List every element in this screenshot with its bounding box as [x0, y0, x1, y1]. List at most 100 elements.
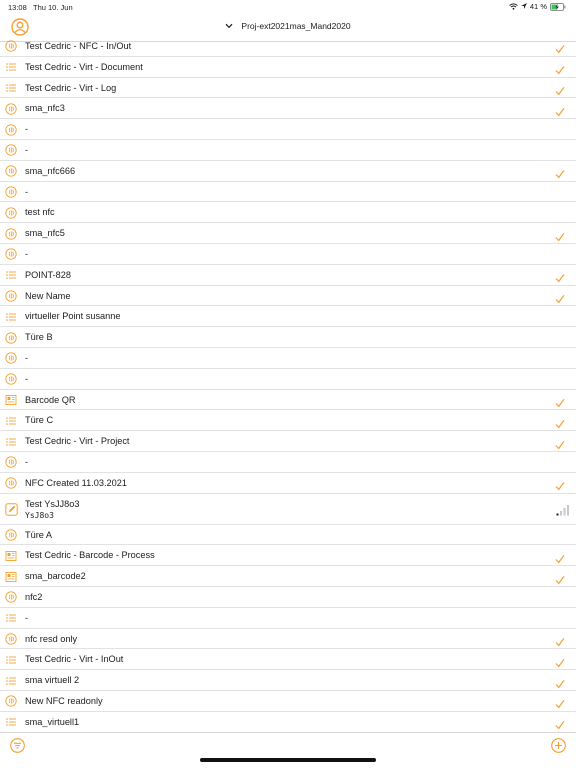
list-item[interactable]: Barcode QR [0, 390, 576, 411]
list-item[interactable]: Test YsJJ8o3 YsJ8o3 [0, 494, 576, 525]
list-item-label: - [25, 457, 29, 467]
list-item-label: Test Cedric - Barcode - Process [25, 550, 155, 561]
list-item[interactable]: Test Cedric - Virt - InOut [0, 649, 576, 671]
list-item-label: Test YsJJ8o3 [25, 498, 80, 509]
list-item[interactable]: Türe C [0, 410, 576, 432]
checkmark-icon [555, 166, 565, 179]
nfc-icon [5, 456, 17, 469]
list-item[interactable]: - [0, 140, 576, 161]
nfc-icon [5, 207, 17, 219]
list-item[interactable]: sma_nfc5 [0, 223, 576, 244]
list-item[interactable]: sma_barcode2 [0, 566, 576, 587]
list-item-label: Türe C [25, 415, 54, 426]
status-date: Thu 10. Jun [33, 3, 73, 12]
location-icon [520, 3, 527, 9]
nfc-icon [5, 123, 17, 136]
list-item[interactable]: nfc resd only [0, 629, 576, 650]
checkmark-icon [555, 41, 565, 54]
checkpoint-list: Test Cedric - NFC - In/Out Test Cedric - … [0, 36, 576, 732]
list-item[interactable]: - [0, 452, 576, 473]
add-icon[interactable] [551, 738, 566, 753]
list-item[interactable]: nfc2 [0, 587, 576, 608]
list-item-label: New NFC readonly [25, 696, 103, 706]
list-item[interactable]: - [0, 348, 576, 369]
nfc-icon [5, 248, 17, 261]
filter-icon[interactable] [10, 738, 25, 753]
list-item[interactable]: - [0, 244, 576, 265]
checkmark-icon [555, 717, 565, 730]
battery-percent: 41 % [529, 2, 547, 11]
list-item[interactable]: test nfc [0, 202, 576, 224]
project-selector[interactable]: Proj-ext2021mas_Mand2020 [0, 21, 576, 31]
list-item-label: POINT-828 [25, 269, 71, 280]
nfc-icon [5, 165, 17, 177]
nfc-icon [5, 331, 17, 344]
list-item-label: sma virtuell 2 [25, 675, 80, 686]
list-item[interactable]: sma_nfc3 [0, 98, 576, 120]
list-icon [5, 675, 17, 687]
nfc-icon [5, 591, 17, 604]
list-item-label: nfc resd only [25, 633, 78, 644]
list-item-label: sma_virtuell1 [25, 716, 80, 727]
checkmark-icon [555, 83, 565, 96]
status-time: 13:08 [8, 3, 27, 12]
list-item-label: virtueller Point susanne [25, 311, 121, 322]
list-item-label: sma_nfc5 [25, 228, 65, 239]
list-item-label: test nfc [25, 207, 55, 218]
list-icon [5, 654, 17, 666]
list-icon [5, 716, 17, 728]
list-item[interactable]: sma_nfc666 [0, 161, 576, 182]
list-item[interactable]: Test Cedric - Virt - Project [0, 431, 576, 452]
bottom-toolbar [0, 732, 576, 768]
status-bar: 13:08 Thu 10. Jun 41 % [0, 0, 576, 14]
checkmark-icon [555, 62, 565, 75]
list-item[interactable]: - [0, 608, 576, 629]
checkmark-icon [555, 572, 565, 584]
nfc-icon [5, 477, 17, 489]
note-icon [5, 503, 18, 516]
list-item[interactable]: Test Cedric - NFC - In/Out [0, 36, 576, 57]
list-item[interactable]: New Name [0, 286, 576, 307]
list-item[interactable]: New NFC readonly [0, 691, 576, 712]
list-item[interactable]: NFC Created 11.03.2021 [0, 473, 576, 494]
list-item[interactable]: Test Cedric - Virt - Document [0, 57, 576, 78]
checkmark-icon [555, 291, 565, 304]
checkmark-icon [555, 696, 565, 709]
list-icon [5, 61, 17, 73]
list-item-label: - [25, 373, 29, 384]
list-item[interactable]: virtueller Point susanne [0, 306, 576, 328]
wifi-icon [509, 3, 518, 10]
list-item[interactable]: Türe A [0, 525, 576, 546]
nfc-icon [5, 290, 17, 302]
nfc-icon [5, 186, 17, 198]
list-item[interactable]: POINT-828 [0, 265, 576, 286]
list-item-label: NFC Created 11.03.2021 [25, 477, 127, 488]
checkmark-icon [555, 551, 565, 564]
list-item-label: Türe A [25, 529, 53, 540]
nfc-icon [5, 695, 17, 708]
list-item-label: - [25, 249, 29, 259]
list-item[interactable]: - [0, 182, 576, 203]
list-item[interactable]: sma virtuell 2 [0, 670, 576, 691]
list-item[interactable]: sma_virtuell1 [0, 712, 576, 732]
list-item[interactable]: Türe B [0, 327, 576, 348]
chevron-down-icon [225, 23, 233, 29]
checkmark-icon [555, 416, 565, 429]
checkmark-icon [555, 395, 565, 408]
list-icon [5, 269, 17, 281]
nfc-icon [5, 529, 17, 541]
list-item-label: Test Cedric - NFC - In/Out [25, 41, 132, 51]
nfc-icon [5, 633, 17, 645]
list-item[interactable]: - [0, 369, 576, 390]
list-item[interactable]: Test Cedric - Virt - Log [0, 78, 576, 99]
nfc-icon [5, 352, 17, 365]
list-item-label: sma_nfc666 [25, 165, 76, 176]
list-item[interactable]: Test Cedric - Barcode - Process [0, 545, 576, 567]
home-indicator [200, 758, 376, 762]
nfc-icon [5, 103, 17, 115]
checkmark-icon [555, 270, 565, 283]
barcode-icon [5, 394, 17, 406]
list-item[interactable]: - [0, 119, 576, 140]
list-item-label: - [25, 145, 29, 155]
nfc-icon [5, 227, 17, 240]
